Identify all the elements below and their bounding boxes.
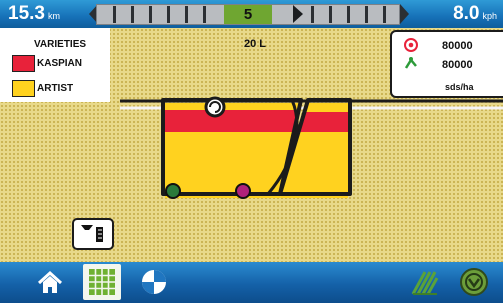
screenshot-button[interactable] (72, 218, 114, 250)
varieties-legend: VARIETIES KASPIAN ARTIST (0, 28, 110, 102)
legend-swatch-kaspian (12, 55, 35, 72)
lightbar-offset-number: 5 (243, 6, 253, 23)
planter-position-icon (204, 96, 226, 118)
home-icon (37, 270, 63, 293)
waypoint-pin (235, 183, 251, 199)
legend-title: VARIETIES (34, 39, 87, 50)
lightbar-right-cap (400, 4, 409, 24)
cornfield-icon (411, 271, 439, 295)
map-grid-icon (89, 269, 115, 295)
rate-unit: sds/ha (445, 82, 474, 92)
map-view-button[interactable] (83, 264, 121, 300)
monitor-screen: 15.3 km 5 8.0 kph VARIETIES KASPIAN ARTI… (0, 0, 503, 303)
target-rate-icon (404, 38, 418, 52)
menu-icon (460, 268, 488, 296)
implement-width-label: 20 L (244, 38, 267, 50)
speed-unit: km (47, 11, 60, 21)
right-unit: kph (482, 11, 497, 21)
guidance-lightbar: 5 (96, 4, 400, 25)
bottom-toolbar (0, 262, 503, 303)
status-bar: 15.3 km 5 8.0 kph (0, 0, 503, 28)
legend-swatch-artist (12, 80, 35, 97)
screenshot-icon (81, 225, 103, 242)
run-page-button[interactable] (135, 264, 173, 300)
speed-value: 15.3 (8, 3, 45, 24)
speed-readout: 15.3 km (8, 3, 60, 27)
applied-rate-icon (404, 57, 417, 69)
target-rate-value: 80000 (442, 40, 473, 52)
cornfield-button[interactable] (405, 264, 443, 300)
steer-arrow-icon (293, 5, 303, 23)
applied-rate-value: 80000 (442, 59, 473, 71)
legend-label-artist: ARTIST (37, 83, 74, 94)
population-rates-panel[interactable]: 80000 80000 sds/ha (390, 30, 503, 98)
right-value: 8.0 (453, 3, 480, 24)
waypoint-pin (165, 183, 181, 199)
run-page-icon (142, 270, 166, 294)
home-button[interactable] (31, 264, 69, 300)
main-menu-button[interactable] (455, 264, 493, 300)
right-readout: 8.0 kph (453, 3, 497, 27)
legend-label-kaspian: KASPIAN (37, 58, 83, 69)
